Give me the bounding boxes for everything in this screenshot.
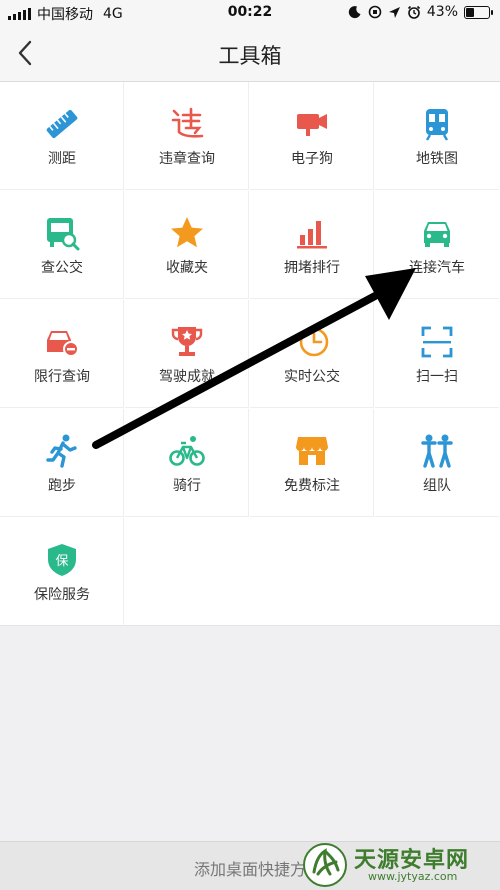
tool-item-favorites[interactable]: 收藏夹 — [125, 191, 249, 299]
star-icon — [171, 217, 203, 248]
camera-icon — [297, 114, 327, 136]
tool-label: 连接汽车 — [409, 260, 465, 276]
team-icon — [421, 434, 453, 468]
tool-label: 保险服务 — [34, 587, 90, 603]
alarm-icon — [407, 5, 420, 19]
status-bar: 中国移动 4G 00:22 43% — [0, 0, 500, 26]
tool-label: 地铁图 — [416, 151, 458, 167]
watermark-url: www.jytyaz.com — [368, 870, 458, 883]
tool-label: 实时公交 — [284, 369, 340, 385]
insurance-glyph: 保 — [55, 554, 68, 569]
battery-percent: 43% — [426, 4, 458, 20]
tool-item-restriction[interactable]: 限行查询 — [0, 300, 124, 408]
tool-label: 拥堵排行 — [284, 260, 340, 276]
empty-cell — [125, 518, 249, 626]
tool-label: 收藏夹 — [166, 260, 208, 276]
tool-label: 违章查询 — [159, 151, 215, 167]
moon-icon — [348, 6, 361, 19]
restricted-car-icon — [47, 331, 79, 357]
nav-bar: 工具箱 — [0, 26, 500, 82]
page-title: 工具箱 — [218, 44, 282, 68]
shop-icon — [296, 437, 328, 465]
tool-item-scan[interactable]: 扫一扫 — [375, 300, 499, 408]
tool-item-camera[interactable]: 电子狗 — [250, 82, 374, 190]
watermark: 天源安卓网 www.jytyaz.com — [302, 842, 492, 888]
tool-label: 免费标注 — [284, 478, 340, 494]
tool-item-metro[interactable]: 地铁图 — [375, 82, 499, 190]
tool-item-running[interactable]: 跑步 — [0, 409, 124, 517]
tool-item-achievements[interactable]: 驾驶成就 — [125, 300, 249, 408]
tool-label: 测距 — [48, 151, 76, 167]
orientation-lock-icon — [368, 5, 382, 19]
tool-item-connect-car[interactable]: 连接汽车 — [375, 191, 499, 299]
battery-fill — [466, 7, 475, 17]
tool-label: 电子狗 — [291, 151, 333, 167]
shield-icon: 保 — [48, 544, 76, 576]
tool-label: 驾驶成就 — [159, 369, 215, 385]
metro-icon — [425, 109, 449, 141]
car-icon — [424, 222, 450, 247]
trophy-icon — [171, 327, 203, 356]
bicycle-icon — [169, 436, 205, 466]
tool-label: 限行查询 — [34, 369, 90, 385]
location-icon — [388, 6, 400, 18]
scan-icon — [421, 326, 453, 358]
tool-item-congestion-ranking[interactable]: 拥堵排行 — [250, 191, 374, 299]
watermark-logo-icon — [303, 843, 347, 887]
tool-label: 查公交 — [41, 260, 83, 276]
bus-search-icon — [47, 218, 80, 251]
tool-item-cycling[interactable]: 骑行 — [125, 409, 249, 517]
tool-item-ruler[interactable]: 测距 — [0, 82, 124, 190]
runner-icon — [46, 434, 77, 468]
tool-item-realtime-bus[interactable]: 实时公交 — [250, 300, 374, 408]
tools-grid: 测距 违章查询 电子狗 地铁图 查公交 收藏夹 拥堵排行 连接汽车 限行查询 驾… — [0, 82, 500, 626]
tool-item-free-mark[interactable]: 免费标注 — [250, 409, 374, 517]
tool-item-bus-search[interactable]: 查公交 — [0, 191, 124, 299]
tool-label: 组队 — [423, 478, 451, 494]
tool-label: 扫一扫 — [416, 369, 458, 385]
ruler-icon — [46, 109, 78, 139]
tool-item-insurance[interactable]: 保 保险服务 — [0, 518, 124, 626]
tool-item-violation[interactable]: 违章查询 — [125, 82, 249, 190]
status-right: 43% — [348, 4, 493, 20]
bar-chart-icon — [297, 221, 327, 249]
clock-icon — [299, 327, 329, 357]
tool-item-team[interactable]: 组队 — [375, 409, 499, 517]
battery-icon — [464, 5, 493, 19]
tool-label: 骑行 — [173, 478, 201, 494]
tool-label: 跑步 — [48, 478, 76, 494]
violation-icon — [171, 107, 204, 138]
